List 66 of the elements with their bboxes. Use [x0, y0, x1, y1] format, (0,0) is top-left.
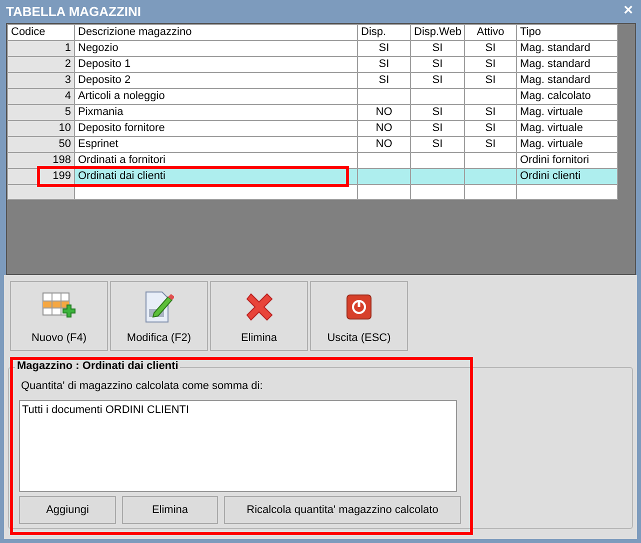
table-cell: SI [410, 56, 464, 72]
list-item[interactable]: Tutti i documenti ORDINI CLIENTI [22, 404, 454, 416]
table-cell: SI [464, 40, 516, 56]
power-icon [346, 294, 372, 320]
table-cell: Mag. standard [516, 40, 618, 56]
table-cell: Mag. standard [516, 56, 618, 72]
table-cell [358, 88, 410, 104]
table-cell: SI [358, 40, 410, 56]
table-cell: SI [464, 104, 516, 120]
action-button[interactable]: Ricalcola quantita' magazzino calcolato [224, 496, 461, 524]
table-cell: Ordini clienti [516, 168, 618, 184]
column-header[interactable]: Disp.Web [410, 24, 464, 40]
table-cell: 3 [8, 72, 74, 88]
table-cell: Deposito 2 [74, 72, 358, 88]
table-cell: SI [410, 120, 464, 136]
toolbar-button[interactable]: Modifica (F2) [110, 281, 208, 351]
column-header[interactable]: Disp. [358, 24, 410, 40]
table-cell: Mag. standard [516, 72, 618, 88]
table-cell: Deposito 1 [74, 56, 358, 72]
cross-icon [244, 292, 274, 322]
toolbar-button[interactable]: Elimina [210, 281, 308, 351]
table-cell: NO [358, 136, 410, 152]
toolbar-button[interactable]: Uscita (ESC) [310, 281, 408, 351]
action-button[interactable]: Elimina [122, 496, 218, 524]
group-title: Magazzino : Ordinati dai clienti [15, 360, 180, 372]
action-button[interactable]: Aggiungi [19, 496, 116, 524]
document-list[interactable]: Tutti i documenti ORDINI CLIENTI [19, 400, 457, 492]
table-cell: SI [410, 136, 464, 152]
table-cell: 1 [8, 40, 74, 56]
table-cell: SI [464, 136, 516, 152]
table-cell: SI [410, 40, 464, 56]
table-cell: Articoli a noleggio [74, 88, 358, 104]
table-cell: SI [358, 72, 410, 88]
column-header[interactable]: Descrizione magazzino [74, 24, 358, 40]
table-cell: SI [464, 72, 516, 88]
column-header[interactable]: Attivo [464, 24, 516, 40]
window-title: TABELLA MAGAZZINI [6, 4, 142, 18]
table-cell: Mag. virtuale [516, 120, 618, 136]
toolbar-button[interactable]: Nuovo (F4) [10, 281, 108, 351]
caption-text: Quantita' di magazzino calcolata come somma di: [21, 380, 264, 392]
table-cell [464, 88, 516, 104]
table-cell: SI [464, 120, 516, 136]
table-cell: Mag. virtuale [516, 104, 618, 120]
edit-document-icon [144, 291, 174, 323]
table-cell: 10 [8, 120, 74, 136]
table-cell: 50 [8, 136, 74, 152]
table-cell: NO [358, 120, 410, 136]
table-cell: Ordinati dai clienti [74, 168, 358, 184]
table-cell: 4 [8, 88, 74, 104]
table-cell: Mag. calcolato [516, 88, 618, 104]
table-cell: SI [410, 104, 464, 120]
table-cell: SI [410, 72, 464, 88]
table-cell: SI [358, 56, 410, 72]
column-header[interactable]: Tipo [516, 24, 618, 40]
table-cell: Deposito fornitore [74, 120, 358, 136]
table-cell: 199 [8, 168, 74, 184]
table-cell: Pixmania [74, 104, 358, 120]
table-cell [410, 88, 464, 104]
table-cell: Negozio [74, 40, 358, 56]
table-cell: NO [358, 104, 410, 120]
table-cell: 5 [8, 104, 74, 120]
table-cell: Esprinet [74, 136, 358, 152]
table-cell: Mag. virtuale [516, 136, 618, 152]
table-cell: 2 [8, 56, 74, 72]
column-header[interactable]: Codice [8, 24, 74, 40]
table-cell: SI [464, 56, 516, 72]
